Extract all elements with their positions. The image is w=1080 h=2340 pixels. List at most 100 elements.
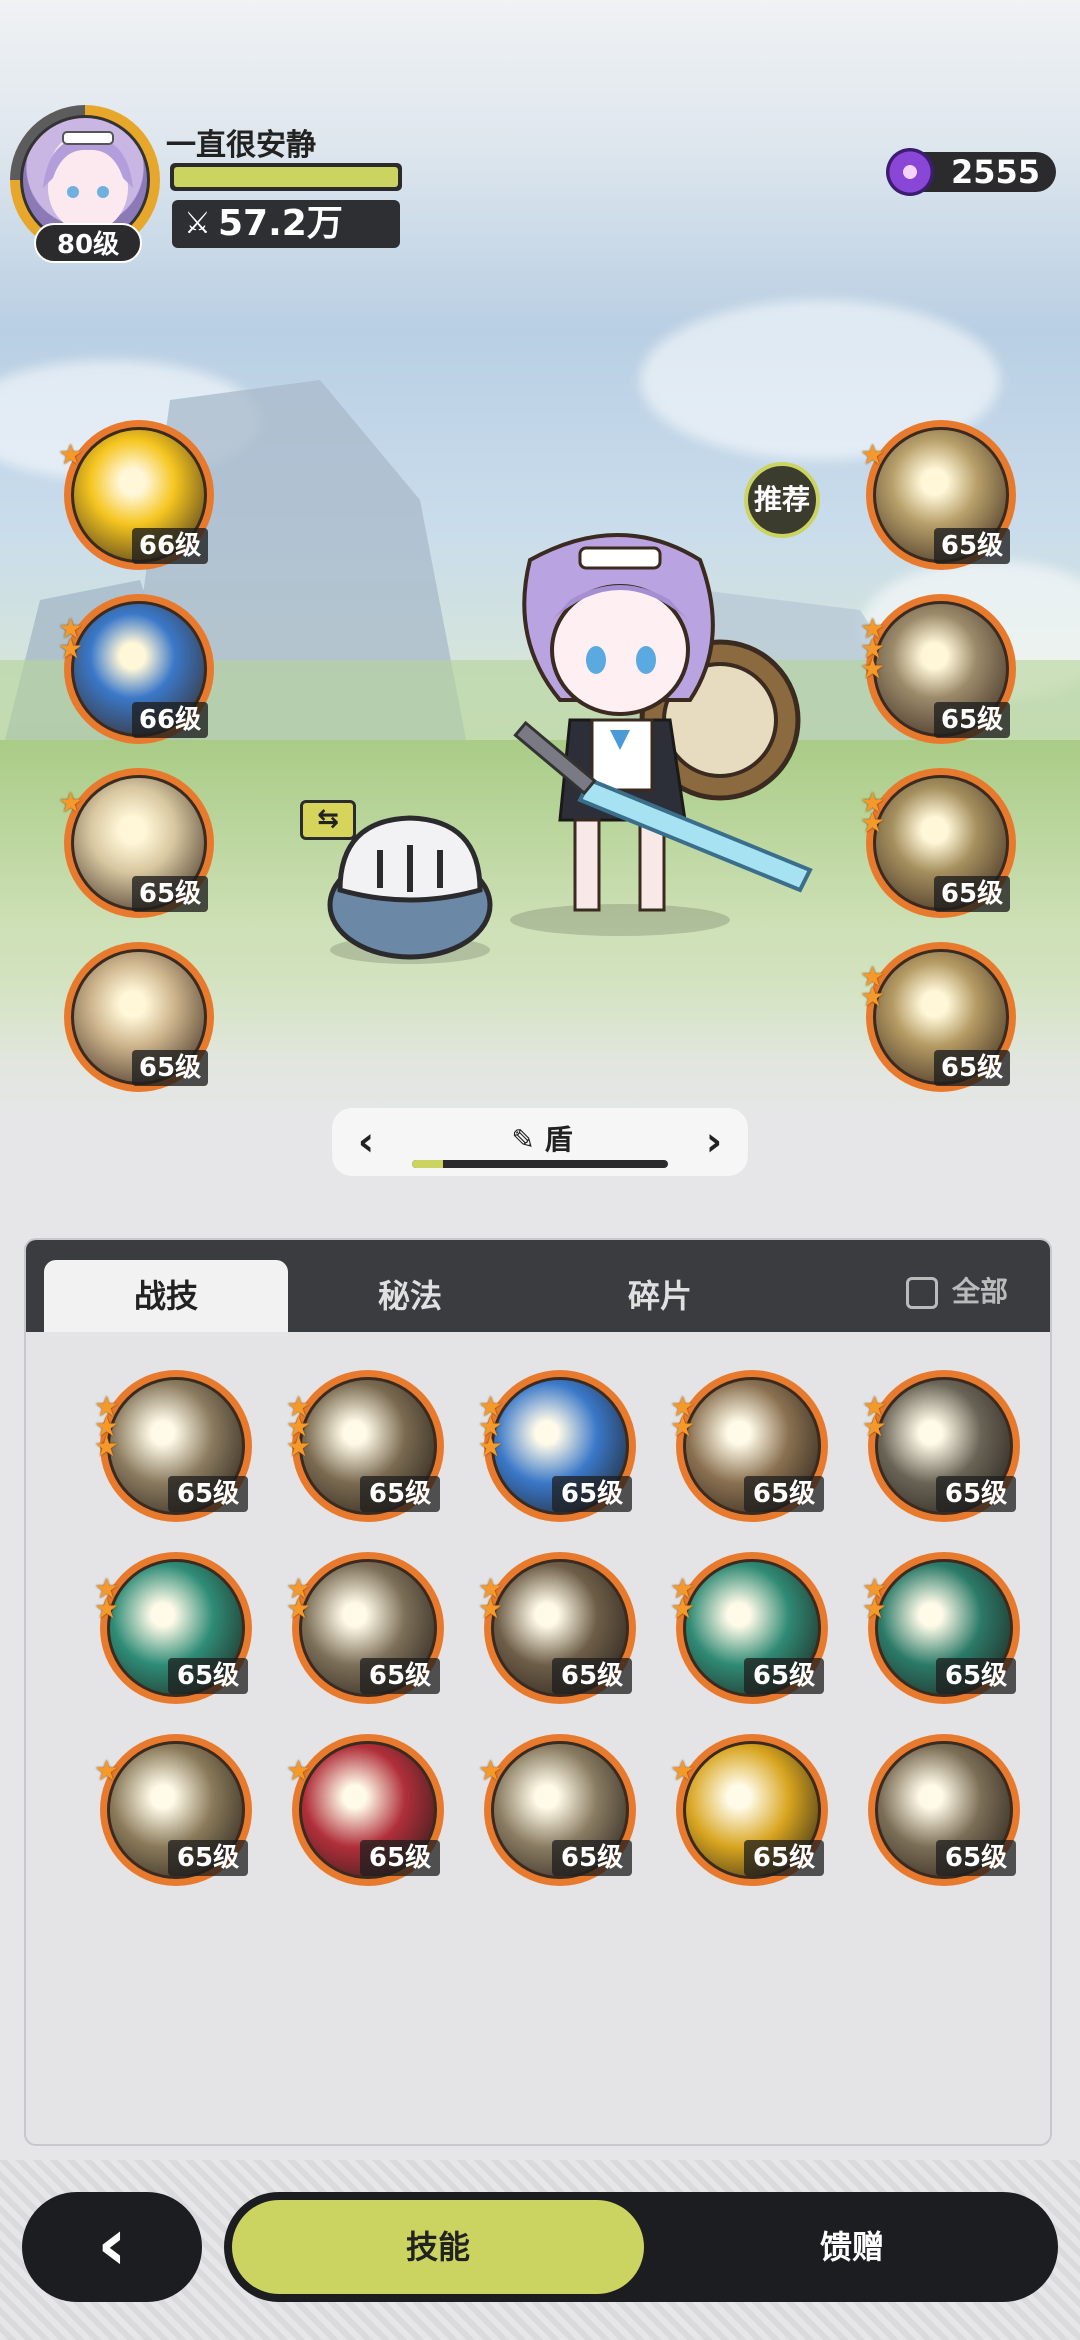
star-icon: ★ bbox=[478, 1430, 504, 1463]
slot-level: 65级 bbox=[132, 1050, 208, 1086]
skill-level: 65级 bbox=[744, 1840, 824, 1876]
tab-skills[interactable]: 技能 bbox=[232, 2200, 644, 2294]
skill-level: 65级 bbox=[168, 1658, 248, 1694]
skill-item[interactable]: 65级 ★ bbox=[670, 1734, 828, 1886]
slot-level: 65级 bbox=[934, 876, 1010, 912]
skill-panel: 战技 秘法 碎片 全部 65级 ★ ★ ★ 65级 ★ ★ ★ 65级 ★ ★ ★ 65级 ★ ★ 65级 ★ ★… bbox=[24, 1238, 1052, 2146]
star-icon: ★ bbox=[286, 1430, 312, 1463]
tab-fragments[interactable]: 碎片 bbox=[538, 1260, 782, 1332]
left-slot-2[interactable]: 66级 ★ ★ bbox=[58, 594, 214, 744]
slot-level: 65级 bbox=[934, 1050, 1010, 1086]
star-icon: ★ bbox=[670, 1592, 696, 1625]
skill-level: 65级 bbox=[360, 1476, 440, 1512]
star-icon: ★ bbox=[94, 1430, 120, 1463]
star-icon: ★ bbox=[286, 1592, 312, 1625]
skill-item[interactable]: 65级 bbox=[868, 1734, 1020, 1886]
skill-item[interactable]: 65级 ★ ★ bbox=[862, 1370, 1020, 1522]
crossed-swords-icon: ⚔ bbox=[184, 206, 211, 241]
skill-item[interactable]: 65级 ★ ★ bbox=[286, 1552, 444, 1704]
skill-level: 65级 bbox=[936, 1658, 1016, 1694]
skill-item[interactable]: 65级 ★ ★ bbox=[670, 1370, 828, 1522]
right-slot-2[interactable]: 65级 ★ ★ ★ bbox=[860, 594, 1016, 744]
slot-level: 65级 bbox=[132, 876, 208, 912]
currency-amount: 2555 bbox=[950, 153, 1040, 191]
slot-level: 65级 bbox=[934, 528, 1010, 564]
skill-item[interactable]: 65级 ★ bbox=[286, 1734, 444, 1886]
skill-level: 65级 bbox=[552, 1658, 632, 1694]
weapon-name-label: 盾 bbox=[544, 1123, 573, 1156]
player-name: 一直很安静 bbox=[166, 128, 316, 163]
weapon-name[interactable]: ✎ 盾 bbox=[482, 1118, 602, 1158]
skill-item[interactable]: 65级 ★ ★ bbox=[670, 1552, 828, 1704]
star-icon: ★ bbox=[670, 1754, 696, 1787]
chevron-left-icon[interactable]: ‹ bbox=[344, 1118, 388, 1166]
skill-level: 65级 bbox=[744, 1476, 824, 1512]
skill-level: 65级 bbox=[360, 1658, 440, 1694]
skill-level: 65级 bbox=[168, 1840, 248, 1876]
tab-secret-art[interactable]: 秘法 bbox=[288, 1260, 532, 1332]
currency-display[interactable]: 2555 bbox=[886, 148, 1056, 196]
right-slot-4[interactable]: 65级 ★ ★ bbox=[860, 942, 1016, 1092]
exp-fill bbox=[174, 167, 398, 187]
show-all-label: 全部 bbox=[952, 1275, 1009, 1308]
skill-level: 65级 bbox=[552, 1840, 632, 1876]
tab-gifts[interactable]: 馈赠 bbox=[654, 2200, 1050, 2294]
star-icon: ★ bbox=[860, 652, 886, 685]
star-icon: ★ bbox=[670, 1410, 696, 1443]
skill-item[interactable]: 65级 ★ ★ bbox=[478, 1552, 636, 1704]
skill-tabbar: 战技 秘法 碎片 全部 bbox=[26, 1240, 1050, 1332]
skill-level: 65级 bbox=[360, 1840, 440, 1876]
exp-bar bbox=[170, 163, 402, 191]
skill-item[interactable]: 65级 ★ ★ bbox=[862, 1552, 1020, 1704]
combat-power-value: 57.2万 bbox=[218, 203, 343, 244]
skill-level: 65级 bbox=[552, 1476, 632, 1512]
tab-combat-skill[interactable]: 战技 bbox=[44, 1260, 288, 1332]
star-icon: ★ bbox=[286, 1754, 312, 1787]
star-icon: ★ bbox=[860, 980, 886, 1013]
purple-gem-icon bbox=[886, 148, 934, 196]
skill-level: 65级 bbox=[168, 1476, 248, 1512]
skill-item[interactable]: 65级 ★ ★ ★ bbox=[478, 1370, 636, 1522]
hero-character bbox=[510, 533, 813, 936]
edit-pen-icon: ✎ bbox=[511, 1123, 535, 1156]
show-all-checkbox[interactable]: 全部 bbox=[906, 1272, 1008, 1312]
swap-pet-button[interactable]: ⇆ bbox=[300, 800, 356, 840]
left-slot-4[interactable]: 65级 bbox=[64, 942, 214, 1092]
star-icon: ★ bbox=[860, 806, 886, 839]
star-icon: ★ bbox=[478, 1592, 504, 1625]
star-icon: ★ bbox=[94, 1754, 120, 1787]
left-slot-1[interactable]: 66级 ★ bbox=[58, 420, 214, 570]
skill-level: 65级 bbox=[744, 1658, 824, 1694]
skill-item[interactable]: 65级 ★ ★ ★ bbox=[94, 1370, 252, 1522]
right-slot-3[interactable]: 65级 ★ ★ bbox=[860, 768, 1016, 918]
chevron-right-icon[interactable]: › bbox=[692, 1118, 736, 1166]
star-icon: ★ bbox=[58, 786, 84, 819]
chevron-left-icon: ‹ bbox=[97, 2202, 127, 2286]
slot-level: 66级 bbox=[132, 528, 208, 564]
weapon-progress-fill bbox=[412, 1160, 443, 1168]
star-icon: ★ bbox=[58, 438, 84, 471]
player-level-badge: 80级 bbox=[34, 223, 142, 263]
slot-level: 66级 bbox=[132, 702, 208, 738]
skill-item[interactable]: 65级 ★ bbox=[478, 1734, 636, 1886]
left-slot-3[interactable]: 65级 ★ bbox=[58, 768, 214, 918]
checkbox-icon bbox=[906, 1277, 938, 1309]
star-icon: ★ bbox=[478, 1754, 504, 1787]
bottom-tabs: 技能 馈赠 bbox=[224, 2192, 1058, 2302]
player-avatar[interactable]: 80级 bbox=[10, 105, 160, 263]
star-icon: ★ bbox=[860, 438, 886, 471]
combat-power: ⚔ 57.2万 bbox=[172, 200, 400, 248]
skill-level: 65级 bbox=[936, 1840, 1016, 1876]
star-icon: ★ bbox=[94, 1592, 120, 1625]
skill-item[interactable]: 65级 ★ ★ bbox=[94, 1552, 252, 1704]
star-icon: ★ bbox=[58, 632, 84, 665]
skill-item[interactable]: 65级 ★ bbox=[94, 1734, 252, 1886]
weapon-progress-track bbox=[412, 1160, 668, 1168]
slot-level: 65级 bbox=[934, 702, 1010, 738]
skill-item[interactable]: 65级 ★ ★ ★ bbox=[286, 1370, 444, 1522]
star-icon: ★ bbox=[862, 1592, 888, 1625]
right-slot-1[interactable]: 65级 ★ bbox=[860, 420, 1016, 570]
star-icon: ★ bbox=[862, 1410, 888, 1443]
weapon-selector: ‹ ✎ 盾 › bbox=[332, 1108, 748, 1176]
back-button[interactable]: ‹ bbox=[22, 2192, 202, 2302]
